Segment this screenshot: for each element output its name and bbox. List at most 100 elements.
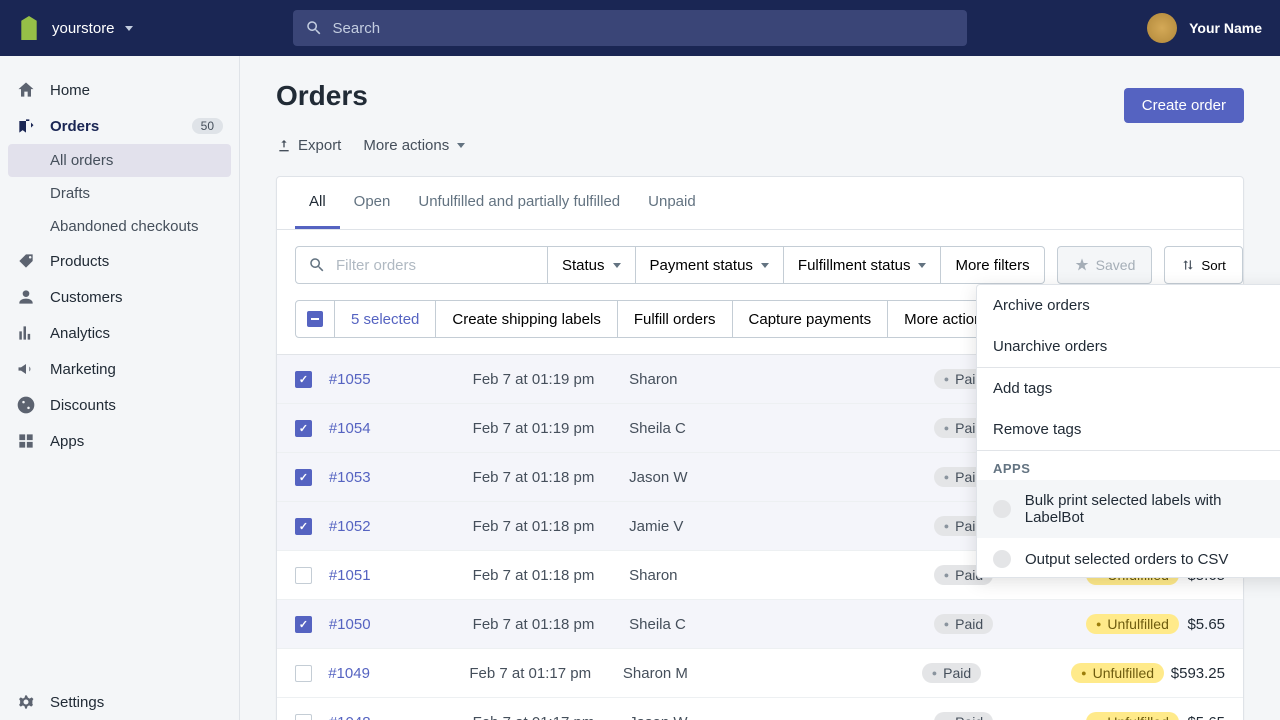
- order-customer: Jamie V: [629, 518, 934, 535]
- order-id-link[interactable]: #1051: [329, 567, 473, 584]
- order-row[interactable]: #1048Feb 7 at 01:17 pmJason WPaidUnfulfi…: [277, 698, 1243, 720]
- search-input[interactable]: [333, 20, 956, 37]
- filter-payment-status[interactable]: Payment status: [636, 246, 784, 284]
- dropdown-app-item[interactable]: Bulk print selected labels with LabelBot: [977, 480, 1280, 538]
- order-id-link[interactable]: #1053: [329, 469, 473, 486]
- chevron-down-icon: [457, 143, 465, 148]
- filter-orders-input[interactable]: [336, 257, 535, 274]
- checkbox-indeterminate-icon: [307, 311, 323, 327]
- order-id-link[interactable]: #1050: [329, 616, 473, 633]
- sidebar-item-label: Abandoned checkouts: [50, 218, 198, 235]
- order-id-link[interactable]: #1048: [329, 714, 473, 720]
- row-checkbox[interactable]: [295, 420, 312, 437]
- sidebar-item-all-orders[interactable]: All orders: [8, 144, 231, 177]
- chevron-down-icon: [761, 263, 769, 268]
- dropdown-app-item[interactable]: Output selected orders to CSV: [977, 538, 1280, 577]
- analytics-icon: [16, 323, 36, 343]
- chevron-down-icon: [125, 26, 133, 31]
- dropdown-item-remove-tags[interactable]: Remove tags: [977, 409, 1280, 450]
- dropdown-apps-header: APPS: [977, 451, 1280, 480]
- create-shipping-labels-button[interactable]: Create shipping labels: [436, 300, 617, 338]
- more-actions-dropdown: Archive ordersUnarchive ordersAdd tagsRe…: [976, 284, 1280, 578]
- saved-button: Saved: [1057, 246, 1153, 284]
- export-button[interactable]: Export: [276, 137, 341, 154]
- selected-count: 5 selected: [335, 300, 436, 338]
- sidebar-item-label: Discounts: [50, 397, 116, 414]
- sort-icon: [1181, 258, 1195, 272]
- sidebar-item-products[interactable]: Products: [0, 243, 239, 279]
- discount-icon: [16, 395, 36, 415]
- search-box[interactable]: [293, 10, 968, 46]
- more-actions-label: More actions: [363, 137, 449, 154]
- sidebar-item-label: Analytics: [50, 325, 110, 342]
- order-id-link[interactable]: #1049: [328, 665, 469, 682]
- user-menu[interactable]: Your Name: [1147, 13, 1262, 43]
- tab-open[interactable]: Open: [340, 177, 405, 229]
- search-icon: [308, 256, 326, 274]
- page-title: Orders: [276, 80, 368, 112]
- order-customer: Sheila C: [629, 420, 934, 437]
- sidebar-item-home[interactable]: Home: [0, 72, 239, 108]
- avatar: [1147, 13, 1177, 43]
- row-checkbox[interactable]: [295, 371, 312, 388]
- bulk-select-all-checkbox[interactable]: [295, 300, 335, 338]
- sidebar-item-marketing[interactable]: Marketing: [0, 351, 239, 387]
- row-checkbox[interactable]: [295, 567, 312, 584]
- sidebar-item-apps[interactable]: Apps: [0, 423, 239, 459]
- filter-orders-input-wrap[interactable]: [295, 246, 548, 284]
- filter-status[interactable]: Status: [548, 246, 636, 284]
- dropdown-item-add-tags[interactable]: Add tags: [977, 368, 1280, 409]
- order-payment: Paid: [934, 712, 1086, 720]
- row-checkbox[interactable]: [295, 469, 312, 486]
- sidebar-item-label: Products: [50, 253, 109, 270]
- sidebar-item-label: Drafts: [50, 185, 90, 202]
- order-id-link[interactable]: #1054: [329, 420, 473, 437]
- sidebar-item-abandoned-checkouts[interactable]: Abandoned checkouts: [0, 210, 239, 243]
- home-icon: [16, 80, 36, 100]
- chevron-down-icon: [613, 263, 621, 268]
- app-icon: [993, 500, 1011, 518]
- sidebar-item-orders[interactable]: Orders50: [0, 108, 239, 144]
- sidebar-settings[interactable]: Settings: [0, 684, 239, 720]
- page-more-actions-button[interactable]: More actions: [363, 137, 465, 154]
- row-checkbox[interactable]: [295, 518, 312, 535]
- app-icon: [993, 550, 1011, 568]
- sidebar-item-drafts[interactable]: Drafts: [0, 177, 239, 210]
- sidebar-item-analytics[interactable]: Analytics: [0, 315, 239, 351]
- row-checkbox[interactable]: [295, 714, 312, 720]
- order-customer: Jason W: [629, 469, 934, 486]
- filter-fulfillment-status[interactable]: Fulfillment status: [784, 246, 942, 284]
- sort-button[interactable]: Sort: [1164, 246, 1242, 284]
- sidebar: HomeOrders50All orders Drafts Abandoned ch…: [0, 56, 240, 720]
- chevron-down-icon: [918, 263, 926, 268]
- user-icon: [16, 287, 36, 307]
- order-id-link[interactable]: #1055: [329, 371, 473, 388]
- order-row[interactable]: #1049Feb 7 at 01:17 pmSharon MPaidUnfulf…: [277, 649, 1243, 698]
- more-filters-button[interactable]: More filters: [941, 246, 1044, 284]
- sidebar-item-customers[interactable]: Customers: [0, 279, 239, 315]
- order-row[interactable]: #1050Feb 7 at 01:18 pmSheila CPaidUnfulf…: [277, 600, 1243, 649]
- apps-icon: [16, 431, 36, 451]
- store-selector[interactable]: yourstore: [52, 20, 133, 37]
- sidebar-item-label: Orders: [50, 118, 99, 135]
- tab-unfulfilled-and-partially-fulfilled[interactable]: Unfulfilled and partially fulfilled: [404, 177, 634, 229]
- orders-icon: [16, 116, 36, 136]
- order-date: Feb 7 at 01:18 pm: [473, 518, 630, 535]
- capture-payments-button[interactable]: Capture payments: [733, 300, 889, 338]
- dropdown-item-unarchive-orders[interactable]: Unarchive orders: [977, 326, 1280, 367]
- dropdown-item-archive-orders[interactable]: Archive orders: [977, 285, 1280, 326]
- fulfill-orders-button[interactable]: Fulfill orders: [618, 300, 733, 338]
- tab-unpaid[interactable]: Unpaid: [634, 177, 710, 229]
- row-checkbox[interactable]: [295, 616, 312, 633]
- sidebar-item-label: Customers: [50, 289, 123, 306]
- tab-all[interactable]: All: [295, 177, 340, 229]
- create-order-button[interactable]: Create order: [1124, 88, 1244, 123]
- order-date: Feb 7 at 01:18 pm: [473, 616, 630, 633]
- order-date: Feb 7 at 01:18 pm: [473, 567, 630, 584]
- order-id-link[interactable]: #1052: [329, 518, 473, 535]
- sidebar-item-discounts[interactable]: Discounts: [0, 387, 239, 423]
- order-customer: Jason W: [629, 714, 934, 720]
- search-icon: [305, 19, 323, 37]
- row-checkbox[interactable]: [295, 665, 312, 682]
- order-customer: Sheila C: [629, 616, 934, 633]
